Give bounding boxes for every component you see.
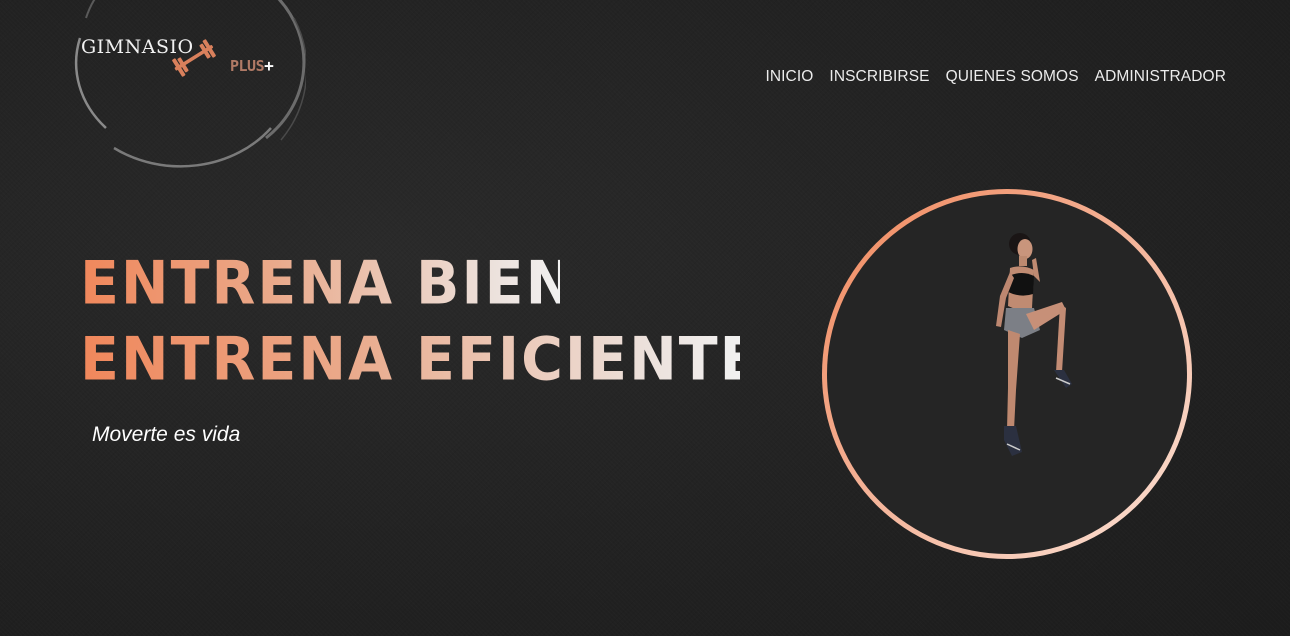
logo-ring-icon [74,0,306,168]
tagline-prefix: Moverte es [92,423,202,446]
nav-item-quienes-somos[interactable]: QUIENES SOMOS [946,68,1079,86]
nav-item-inicio[interactable]: INICIO [765,68,813,86]
dumbbell-icon [172,39,216,77]
athlete-jumping-photo [996,233,1072,456]
nav-item-administrador[interactable]: ADMINISTRADOR [1095,68,1226,86]
hero-headline-line-2: ENTRENA EFICIENTE. [80,324,785,395]
main-navigation: INICIO INSCRIBIRSE QUIENES SOMOS ADMINIS… [765,68,1226,86]
tagline-emphasis: vida [201,423,241,446]
hero-tagline: Moverte es vida [92,423,240,447]
site-logo[interactable]: GIMNASIO PLUS+ [66,0,306,174]
hero-headline-line-1: ENTRENA BIEN. [80,248,599,319]
hero-image-container [827,194,1187,554]
nav-item-inscribirse[interactable]: INSCRIBIRSE [829,68,929,86]
hero-image-frame [822,189,1192,559]
logo-plus-text: PLUS [230,57,265,75]
logo-plus-sign: + [264,56,274,75]
logo-plus-badge: PLUS+ [230,56,274,75]
